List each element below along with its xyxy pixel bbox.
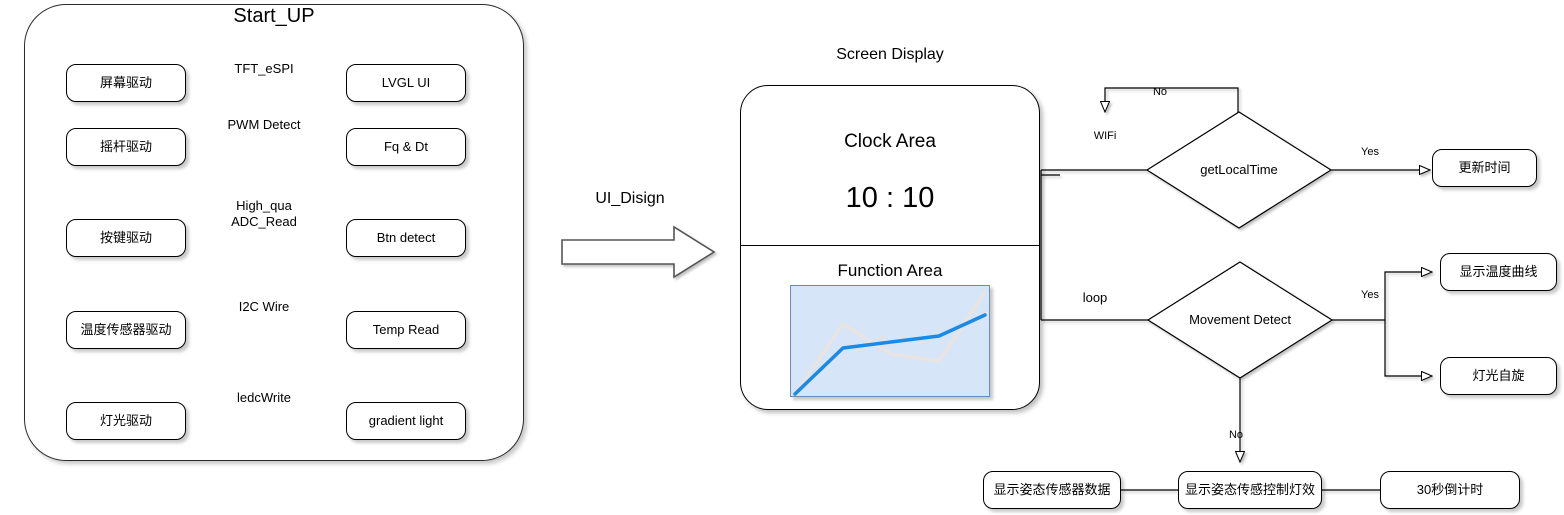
node-lvgl-ui[interactable]: LVGL UI <box>346 64 466 102</box>
clock-area-label: Clock Area <box>844 131 936 152</box>
node-label: 显示温度曲线 <box>1459 263 1538 279</box>
node-label: 按键驱动 <box>99 229 152 245</box>
node-label: 灯光自旋 <box>1472 367 1525 383</box>
edge-label-no-top: No <box>1152 86 1168 98</box>
chart-svg <box>793 290 987 396</box>
node-label: 灯光驱动 <box>99 412 152 428</box>
screen-divider <box>741 245 1039 246</box>
edge-label-yes-movement: Yes <box>1361 289 1379 301</box>
node-label: 30秒倒计时 <box>1416 481 1484 497</box>
screen-display-title: Screen Display <box>836 46 944 63</box>
node-label: 显示姿态传感器数据 <box>993 481 1111 497</box>
decision-getlocaltime-label: getLocalTime <box>1200 162 1278 177</box>
node-label: 屏幕驱动 <box>99 74 152 90</box>
edge-label-ledcwrite: ledcWrite <box>237 390 291 405</box>
node-light-driver[interactable]: 灯光驱动 <box>66 402 186 440</box>
node-button-driver[interactable]: 按键驱动 <box>66 219 186 257</box>
node-label: Fq & Dt <box>383 138 429 154</box>
node-label: Btn detect <box>376 229 436 245</box>
node-temp-read[interactable]: Temp Read <box>346 311 466 349</box>
clock-time-value: 10 : 10 <box>845 182 935 214</box>
node-show-imu-data[interactable]: 显示姿态传感器数据 <box>983 471 1121 509</box>
edge-label-adc-read: High_qua ADC_Read <box>231 198 297 230</box>
node-gradient-light[interactable]: gradient light <box>346 402 466 440</box>
edge-label-yes-time: Yes <box>1361 146 1379 158</box>
node-label: 温度传感器驱动 <box>80 321 172 337</box>
node-label: 更新时间 <box>1458 159 1511 175</box>
ui-design-label: UI_Disign <box>595 190 665 207</box>
node-update-time[interactable]: 更新时间 <box>1432 149 1537 187</box>
edge-label-tft-espi: TFT_eSPI <box>234 61 294 76</box>
function-area-label: Function Area <box>837 261 943 280</box>
wifi-label: WIFi <box>1093 130 1117 142</box>
node-label: gradient light <box>368 412 444 428</box>
startup-group-title: Start_UP <box>233 5 315 27</box>
edge-label-i2c-wire: I2C Wire <box>238 299 290 314</box>
ui-design-block-arrow <box>561 225 716 279</box>
node-label: 摇杆驱动 <box>99 138 152 154</box>
edge-label-loop: loop <box>1082 290 1108 305</box>
edge-label-no-bottom: No <box>1228 429 1244 441</box>
node-imu-light-control[interactable]: 显示姿态传感控制灯效 <box>1178 471 1322 509</box>
node-label: Temp Read <box>372 321 440 337</box>
node-btn-detect[interactable]: Btn detect <box>346 219 466 257</box>
diagram-canvas: Start_UP 屏幕驱动 TFT_eSPI LVGL UI 摇杆驱动 PWM … <box>0 0 1564 515</box>
node-screen-driver[interactable]: 屏幕驱动 <box>66 64 186 102</box>
node-temp-sensor-driver[interactable]: 温度传感器驱动 <box>66 311 186 349</box>
node-show-temp-curve[interactable]: 显示温度曲线 <box>1440 253 1557 291</box>
node-30s-countdown[interactable]: 30秒倒计时 <box>1380 471 1520 509</box>
node-light-spin[interactable]: 灯光自旋 <box>1440 357 1557 395</box>
function-area-chart <box>790 285 990 397</box>
decision-movement-label: Movement Detect <box>1189 312 1291 327</box>
edge-label-pwm-detect: PWM Detect <box>227 117 301 132</box>
node-joystick-driver[interactable]: 摇杆驱动 <box>66 128 186 166</box>
node-label: 显示姿态传感控制灯效 <box>1184 481 1315 497</box>
node-label: LVGL UI <box>381 74 431 90</box>
node-fq-dt[interactable]: Fq & Dt <box>346 128 466 166</box>
